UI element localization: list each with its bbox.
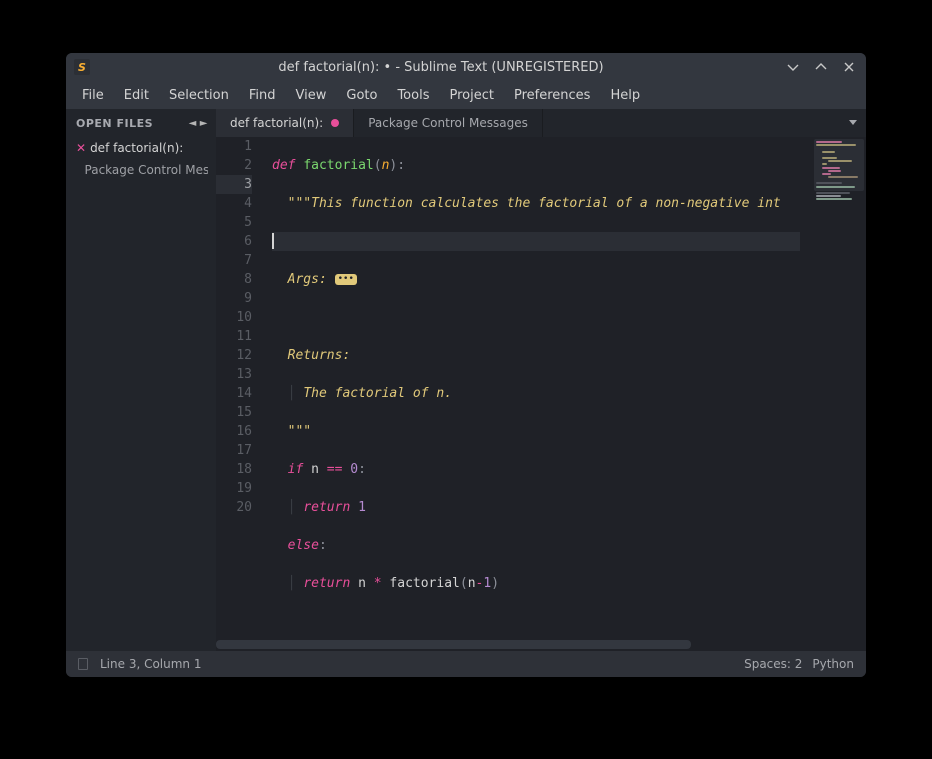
menu-project[interactable]: Project [439, 84, 503, 107]
tab-package-control[interactable]: Package Control Messages [354, 109, 543, 137]
close-icon[interactable]: ✕ [76, 142, 86, 154]
tabs: def factorial(n): Package Control Messag… [216, 109, 840, 137]
fold-marker-icon[interactable]: ••• [335, 274, 357, 285]
sidebar-item-package-control[interactable]: Package Control Messages [66, 159, 216, 181]
horizontal-scrollbar[interactable] [66, 639, 866, 651]
prev-file-icon[interactable]: ◄ [189, 118, 197, 129]
sidebar-item-label: Package Control Messages [85, 163, 208, 177]
line-number[interactable]: 1 [216, 137, 252, 156]
status-bar: Line 3, Column 1 Spaces: 2 Python [66, 651, 866, 677]
line-number[interactable]: 13 [216, 365, 252, 384]
open-files-label: OPEN FILES [76, 117, 153, 130]
line-number[interactable]: 15 [216, 403, 252, 422]
window-title: def factorial(n): • - Sublime Text (UNRE… [96, 60, 786, 75]
sidebar[interactable]: ✕ def factorial(n): Package Control Mess… [66, 137, 216, 639]
sidebar-item-label: def factorial(n): [90, 141, 183, 155]
menu-find[interactable]: Find [239, 84, 286, 107]
editor: 1 2 3 4 5 6 7 8 9 10 11 12 13 14 15 16 1… [216, 137, 866, 639]
title-bar[interactable]: S def factorial(n): • - Sublime Text (UN… [66, 53, 866, 81]
line-number[interactable]: 14 [216, 384, 252, 403]
open-files-nav[interactable]: ◄ ► [189, 118, 216, 129]
line-number[interactable]: 19 [216, 479, 252, 498]
window-controls [786, 60, 858, 74]
hscroll-thumb[interactable] [216, 640, 691, 649]
app-icon: S [74, 59, 90, 75]
line-number[interactable]: 16 [216, 422, 252, 441]
minimap[interactable] [810, 137, 866, 639]
gutter[interactable]: 1 2 3 4 5 6 7 8 9 10 11 12 13 14 15 16 1… [216, 137, 262, 639]
tab-factorial[interactable]: def factorial(n): [216, 109, 354, 137]
status-position[interactable]: Line 3, Column 1 [100, 657, 202, 671]
open-files-header: OPEN FILES ◄ ► [66, 109, 216, 137]
menu-goto[interactable]: Goto [336, 84, 387, 107]
line-number[interactable]: 2 [216, 156, 252, 175]
dirty-indicator-icon [331, 119, 339, 127]
next-file-icon[interactable]: ► [200, 118, 208, 129]
text-cursor [272, 233, 274, 249]
hscroll-track[interactable] [216, 639, 866, 651]
line-number[interactable]: 4 [216, 194, 252, 213]
minimize-button[interactable] [786, 60, 800, 74]
menu-help[interactable]: Help [600, 84, 650, 107]
line-number[interactable]: 9 [216, 289, 252, 308]
tab-label: def factorial(n): [230, 116, 323, 130]
menu-preferences[interactable]: Preferences [504, 84, 600, 107]
line-number[interactable]: 18 [216, 460, 252, 479]
line-number[interactable]: 11 [216, 327, 252, 346]
line-number[interactable]: 12 [216, 346, 252, 365]
tab-overflow-button[interactable] [840, 109, 866, 137]
app-window: S def factorial(n): • - Sublime Text (UN… [66, 53, 866, 677]
line-number[interactable]: 20 [216, 498, 252, 517]
line-number[interactable]: 3 [216, 175, 252, 194]
menu-edit[interactable]: Edit [114, 84, 159, 107]
line-number[interactable]: 6 [216, 232, 252, 251]
status-spaces[interactable]: Spaces: 2 [744, 657, 802, 671]
minimap-content [816, 141, 860, 202]
sidebar-item-factorial[interactable]: ✕ def factorial(n): [66, 137, 216, 159]
menu-selection[interactable]: Selection [159, 84, 239, 107]
line-number[interactable]: 5 [216, 213, 252, 232]
tab-label: Package Control Messages [368, 116, 528, 130]
close-button[interactable] [842, 60, 856, 74]
panel-icon[interactable] [78, 658, 88, 670]
menu-view[interactable]: View [286, 84, 337, 107]
tab-row: OPEN FILES ◄ ► def factorial(n): Package… [66, 109, 866, 137]
menu-tools[interactable]: Tools [387, 84, 439, 107]
line-number[interactable]: 10 [216, 308, 252, 327]
menu-bar: File Edit Selection Find View Goto Tools… [66, 81, 866, 109]
hscroll-spacer [66, 639, 216, 651]
maximize-button[interactable] [814, 60, 828, 74]
line-number[interactable]: 8 [216, 270, 252, 289]
status-syntax[interactable]: Python [812, 657, 854, 671]
line-number[interactable]: 17 [216, 441, 252, 460]
code-area[interactable]: def factorial(n): """This function calcu… [262, 137, 810, 639]
line-number[interactable]: 7 [216, 251, 252, 270]
menu-file[interactable]: File [72, 84, 114, 107]
main-area: ✕ def factorial(n): Package Control Mess… [66, 137, 866, 639]
